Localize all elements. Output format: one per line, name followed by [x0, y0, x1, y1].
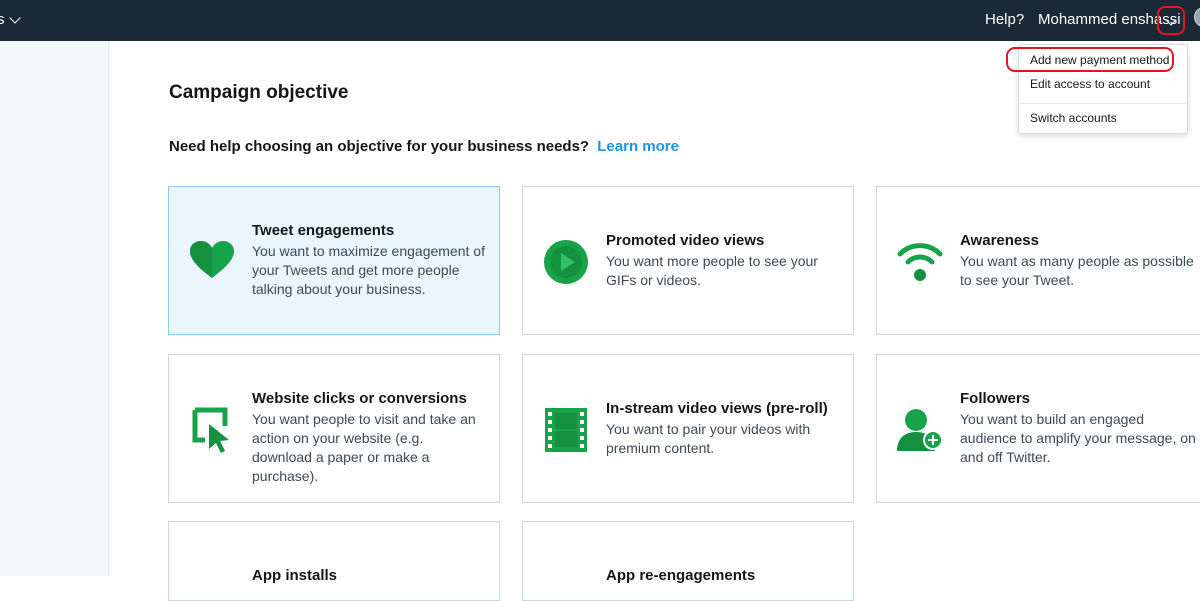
top-nav-bar: s Help? Mohammed enshassi — [0, 0, 1200, 41]
objective-card-promoted-video-views[interactable]: Promoted video views You want more peopl… — [522, 186, 854, 335]
card-description: You want to maximize engagement of your … — [252, 243, 485, 297]
account-menu-partial[interactable]: s — [0, 11, 21, 28]
page-title: Campaign objective — [169, 82, 349, 103]
play-icon — [541, 237, 591, 287]
menu-divider — [1019, 103, 1187, 104]
card-title: Followers — [960, 390, 1031, 407]
objective-card-tweet-engagements[interactable]: Tweet engagements You want to maximize e… — [168, 186, 500, 335]
chevron-down-icon — [8, 11, 21, 24]
card-title: Promoted video views — [606, 232, 765, 249]
help-line: Need help choosing an objective for your… — [169, 138, 679, 155]
highlight-annotation — [1157, 6, 1185, 35]
objective-card-followers[interactable]: Followers You want to build an engaged a… — [876, 354, 1200, 503]
highlight-annotation — [1006, 47, 1174, 72]
objective-card-website-clicks[interactable]: Website clicks or conversions You want p… — [168, 354, 500, 503]
add-follower-icon — [895, 405, 945, 455]
menu-item-edit-access[interactable]: Edit access to account — [1030, 77, 1150, 91]
account-label-partial: s — [0, 11, 5, 28]
menu-item-switch-accounts[interactable]: Switch accounts — [1030, 111, 1117, 125]
card-description: You want as many people as possible to s… — [960, 253, 1194, 288]
broadcast-icon — [895, 237, 945, 287]
card-title: Awareness — [960, 232, 1039, 249]
card-description: You want to build an engaged audience to… — [960, 411, 1196, 465]
avatar[interactable] — [1194, 7, 1200, 27]
objective-card-awareness[interactable]: Awareness You want as many people as pos… — [876, 186, 1200, 335]
card-title: In-stream video views (pre-roll) — [606, 400, 828, 417]
objective-card-in-stream-video[interactable]: In-stream video views (pre-roll) You wan… — [522, 354, 854, 503]
film-icon — [541, 405, 591, 455]
card-title: Website clicks or conversions — [252, 390, 467, 407]
learn-more-link[interactable]: Learn more — [597, 138, 679, 155]
cursor-click-icon — [187, 405, 237, 455]
sidebar — [0, 41, 109, 576]
objective-card-app-installs[interactable]: App installs — [168, 521, 500, 601]
objective-card-app-re-engagements[interactable]: App re-engagements — [522, 521, 854, 601]
card-description: You want people to visit and take an act… — [252, 411, 476, 484]
help-text: Need help choosing an objective for your… — [169, 138, 590, 155]
help-link[interactable]: Help? — [985, 11, 1024, 28]
heart-icon — [187, 235, 237, 285]
card-description: You want more people to see your GIFs or… — [606, 253, 818, 288]
card-description: You want to pair your videos with premiu… — [606, 421, 811, 456]
card-title: Tweet engagements — [252, 222, 395, 239]
